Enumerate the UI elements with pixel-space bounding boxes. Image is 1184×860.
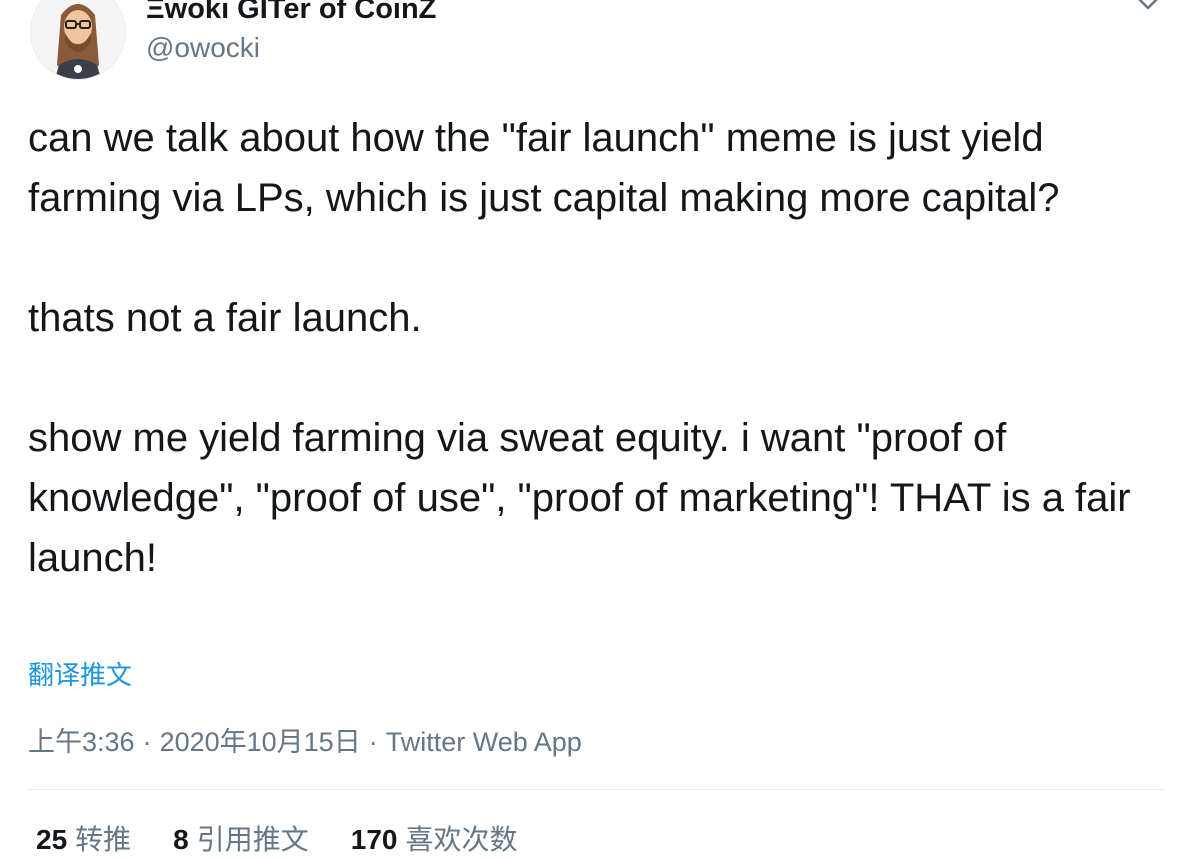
- tweet-paragraph: can we talk about how the "fair launch" …: [28, 116, 1060, 220]
- retweet-label: 转推: [75, 824, 132, 855]
- cartoon-avatar-icon: [31, 0, 125, 79]
- tweet-paragraph: thats not a fair launch.: [28, 296, 422, 340]
- divider: [28, 789, 1164, 790]
- separator: ·: [368, 727, 378, 757]
- retweet-count: 25: [36, 824, 68, 855]
- translate-tweet-link[interactable]: 翻译推文: [28, 655, 132, 695]
- tweet-metadata: 上午3:36 · 2020年10月15日 · Twitter Web App: [28, 722, 582, 762]
- tweet-text: can we talk about how the "fair launch" …: [28, 108, 1168, 588]
- avatar[interactable]: [30, 0, 126, 80]
- like-count: 170: [350, 824, 398, 855]
- display-name[interactable]: Ξwoki GITer of CoinZ: [146, 0, 436, 26]
- quote-count: 8: [173, 824, 189, 855]
- separator: ·: [142, 727, 152, 757]
- tweet-time[interactable]: 上午3:36: [28, 727, 135, 757]
- tweet-paragraph: show me yield farming via sweat equity. …: [28, 416, 1131, 580]
- retweets-stat[interactable]: 25 转推: [36, 820, 131, 860]
- quote-label: 引用推文: [196, 824, 309, 855]
- tweet: Ξwoki GITer of CoinZ @owocki can we talk…: [0, 0, 1184, 856]
- like-label: 喜欢次数: [405, 824, 518, 855]
- tweet-date[interactable]: 2020年10月15日: [160, 727, 361, 757]
- likes-stat[interactable]: 170 喜欢次数: [351, 820, 518, 860]
- tweet-stats: 25 转推 8 引用推文 170 喜欢次数: [36, 820, 560, 860]
- chevron-down-icon[interactable]: [1134, 0, 1162, 14]
- tweet-source[interactable]: Twitter Web App: [386, 727, 582, 757]
- quotes-stat[interactable]: 8 引用推文: [173, 820, 309, 860]
- user-handle[interactable]: @owocki: [146, 30, 260, 66]
